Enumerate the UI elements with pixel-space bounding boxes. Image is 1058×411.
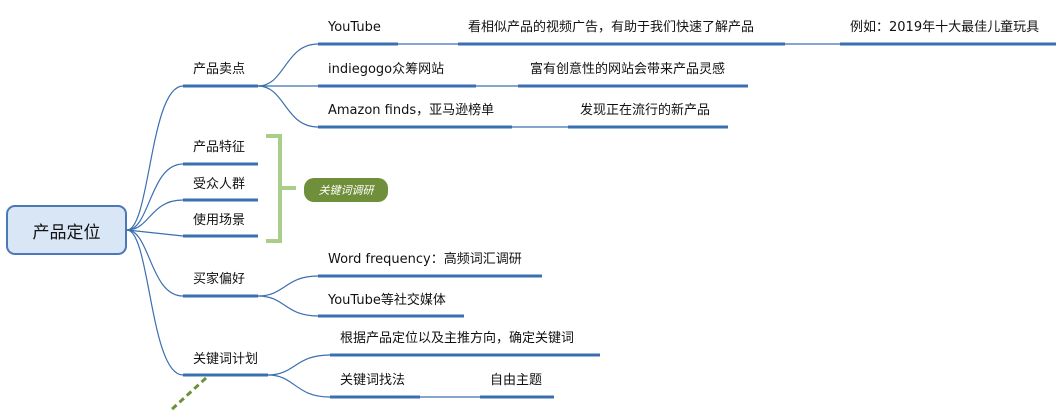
branch-buyer-preference[interactable]: 买家偏好	[193, 272, 245, 288]
node-indiegogo[interactable]: indiegogo众筹网站	[328, 62, 444, 78]
summary-keyword-research[interactable]: 关键词调研	[304, 178, 388, 202]
node-amazon-finds[interactable]: Amazon finds，亚马逊榜单	[328, 103, 494, 119]
node-determine-keywords[interactable]: 根据产品定位以及主推方向，确定关键词	[340, 331, 574, 347]
node-youtube-example[interactable]: 例如：2019年十大最佳儿童玩具	[850, 20, 1039, 36]
node-youtube-ads[interactable]: 看相似产品的视频广告，有助于我们快速了解产品	[468, 20, 754, 36]
node-youtube[interactable]: YouTube	[328, 20, 381, 36]
root-node[interactable]: 产品定位	[6, 205, 127, 255]
branch-product-features[interactable]: 产品特征	[193, 140, 245, 156]
branch-usage-scenario[interactable]: 使用场景	[193, 213, 245, 229]
connector-lines	[126, 42, 1056, 411]
branch-keyword-plan[interactable]: 关键词计划	[193, 352, 258, 368]
node-keyword-method[interactable]: 关键词找法	[340, 373, 405, 389]
node-free-topic[interactable]: 自由主题	[490, 373, 542, 389]
node-indiegogo-detail[interactable]: 富有创意性的网站会带来产品灵感	[530, 62, 725, 78]
node-social-media[interactable]: YouTube等社交媒体	[328, 293, 446, 309]
branch-audience[interactable]: 受众人群	[193, 177, 245, 193]
node-word-frequency[interactable]: Word frequency：高频词汇调研	[328, 252, 522, 268]
node-amazon-detail[interactable]: 发现正在流行的新产品	[580, 103, 710, 119]
branch-selling-points[interactable]: 产品卖点	[193, 62, 245, 78]
